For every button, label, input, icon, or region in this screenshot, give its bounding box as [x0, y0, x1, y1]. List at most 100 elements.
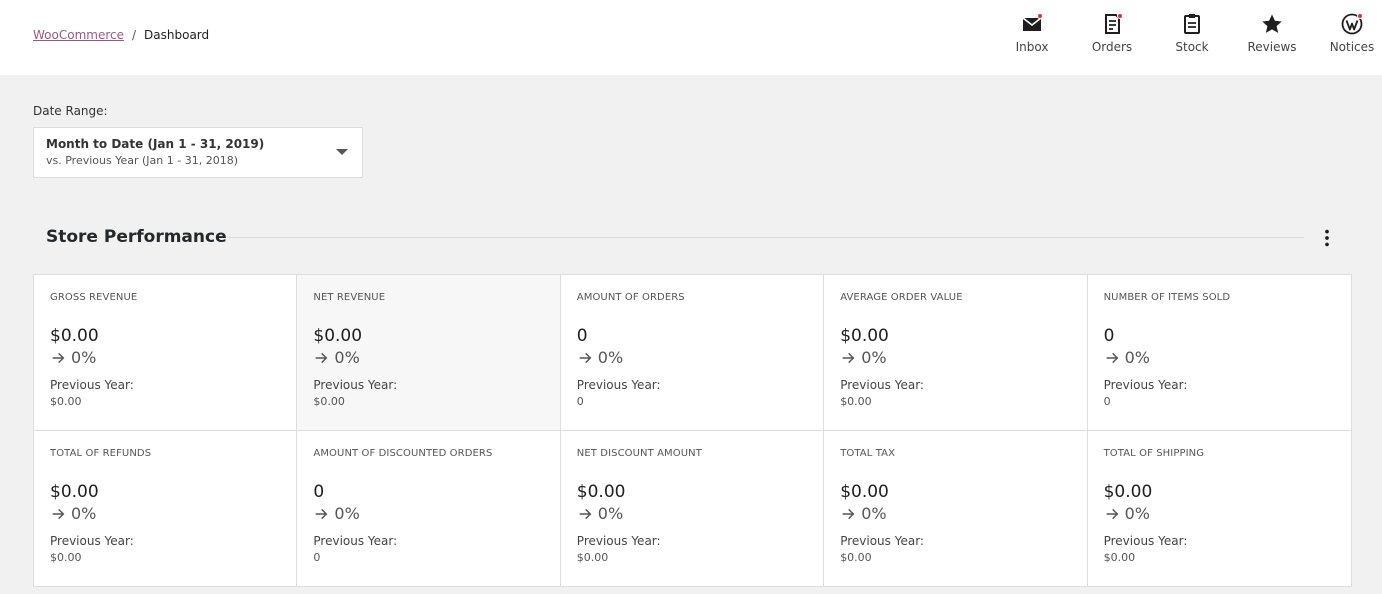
metric-delta-value: 0%: [71, 348, 97, 367]
metric-previous-label: Previous Year:: [840, 378, 924, 392]
metric-label: Total of Refunds: [50, 447, 152, 459]
performance-metric[interactable]: Net Revenue $0.00 0% Previous Year: $0.0…: [297, 275, 561, 431]
metric-delta-value: 0%: [334, 348, 360, 367]
performance-metric[interactable]: Amount of Discounted Orders 0 0% Previou…: [297, 430, 561, 586]
activity-label: Reviews: [1247, 40, 1297, 54]
metric-previous-label: Previous Year:: [1103, 533, 1188, 548]
metric-delta: 0%: [313, 504, 543, 524]
activity-label: Notices: [1329, 40, 1375, 54]
metric-previous-label: Previous Year:: [576, 533, 661, 548]
metric-previous-value: 0: [1103, 395, 1111, 408]
metric-value: $0.00: [313, 326, 363, 346]
performance-metric[interactable]: Total of Shipping $0.00 0% Previous Year…: [1088, 431, 1351, 587]
metric-previous-label: Previous Year:: [1103, 378, 1188, 392]
caret-down-icon: [336, 149, 348, 155]
metric-value: $0.00: [840, 326, 889, 346]
metric-value: $0.00: [840, 481, 889, 502]
metric-previous-label: Previous Year:: [576, 378, 661, 392]
date-range-compare: vs. Previous Year (Jan 1 - 31, 2018): [46, 154, 238, 167]
metric-value: $0.00: [1103, 481, 1153, 502]
breadcrumb-woocommerce-link[interactable]: WooCommerce: [33, 27, 124, 43]
metric-delta: 0%: [313, 348, 543, 368]
metric-delta-value: 0%: [597, 503, 624, 523]
metric-value: 0: [576, 326, 588, 346]
metric-label: Average Order Value: [840, 292, 963, 303]
arrow-right-icon: [1106, 352, 1118, 364]
inbox-icon: [1020, 12, 1044, 36]
unread-dot: [1037, 13, 1043, 19]
performance-metric[interactable]: Total of Refunds $0.00 0% Previous Year:…: [34, 430, 298, 586]
orders-icon: [1100, 12, 1124, 36]
metric-delta: 0%: [50, 504, 280, 524]
metric-previous-value: $0.00: [840, 395, 872, 408]
breadcrumb-separator: /: [131, 28, 137, 42]
arrow-right-icon: [316, 352, 328, 364]
metric-label: Amount of Discounted Orders: [313, 447, 493, 459]
activity-label: Orders: [1091, 40, 1133, 54]
metric-delta-value: 0%: [597, 348, 624, 367]
metric-previous-value: $0.00: [50, 395, 82, 408]
activity-label: Stock: [1175, 40, 1209, 54]
metric-value: $0.00: [50, 326, 99, 346]
wordpress-icon: [1340, 12, 1364, 36]
metric-previous-value: $0.00: [50, 550, 82, 564]
unread-dot: [1357, 13, 1363, 19]
activity-stock-button[interactable]: Stock: [1152, 12, 1232, 64]
metric-delta-value: 0%: [1124, 348, 1150, 367]
performance-metric[interactable]: Number of Items Sold 0 0% Previous Year:…: [1087, 275, 1351, 431]
metric-previous-label: Previous Year:: [840, 533, 924, 548]
activity-orders-button[interactable]: Orders: [1072, 12, 1152, 64]
activity-notices-button[interactable]: Notices: [1312, 12, 1382, 64]
arrow-right-icon: [52, 352, 65, 364]
arrow-right-icon: [1106, 508, 1118, 519]
metric-label: Number of Items Sold: [1103, 292, 1231, 303]
arrow-right-icon: [52, 508, 65, 519]
performance-metric[interactable]: Amount of Orders 0 0% Previous Year: 0: [560, 275, 825, 431]
metric-label: Net Discount Amount: [576, 447, 702, 459]
date-range-main: Month to Date (Jan 1 - 31, 2019): [46, 137, 265, 151]
section-options-button[interactable]: [1316, 226, 1338, 250]
metric-previous-label: Previous Year:: [50, 533, 134, 548]
date-range-picker[interactable]: Month to Date (Jan 1 - 31, 2019) vs. Pre…: [33, 127, 363, 178]
section-divider: [228, 237, 1304, 238]
activity-reviews-button[interactable]: Reviews: [1232, 12, 1312, 64]
more-vertical-icon: [1325, 229, 1329, 247]
metric-previous-value: $0.00: [1103, 550, 1136, 564]
performance-metric[interactable]: Average Order Value $0.00 0% Previous Ye…: [824, 275, 1088, 431]
arrow-right-icon: [579, 352, 592, 364]
performance-metric[interactable]: Total Tax $0.00 0% Previous Year: $0.00: [824, 430, 1088, 586]
breadcrumb-current: Dashboard: [144, 28, 210, 42]
metric-label: Gross Revenue: [50, 292, 138, 303]
store-performance-grid: Gross Revenue $0.00 0% Previous Year: $0…: [33, 274, 1352, 587]
metric-delta-value: 0%: [1124, 503, 1150, 523]
arrow-right-icon: [579, 508, 592, 519]
metric-label: Total Tax: [840, 447, 896, 459]
metric-value: 0: [1103, 326, 1115, 346]
date-range-label: Date Range:: [33, 104, 108, 118]
metric-delta-value: 0%: [861, 348, 887, 367]
metric-value: $0.00: [50, 481, 99, 502]
metric-value: $0.00: [576, 481, 626, 502]
breadcrumb: WooCommerce / Dashboard: [33, 27, 209, 43]
metric-delta: 0%: [840, 348, 1070, 368]
metric-label: Amount of Orders: [576, 292, 685, 303]
metric-delta-value: 0%: [334, 503, 360, 523]
metric-delta: 0%: [577, 348, 807, 368]
metric-delta-value: 0%: [71, 503, 97, 523]
arrow-right-icon: [316, 508, 328, 519]
metric-previous-label: Previous Year:: [50, 378, 134, 392]
metric-delta: 0%: [50, 348, 280, 368]
stock-icon: [1180, 12, 1204, 36]
metric-previous-value: $0.00: [576, 550, 609, 564]
metric-delta: 0%: [577, 504, 807, 524]
metric-label: Total of Shipping: [1103, 447, 1205, 459]
metric-label: Net Revenue: [313, 292, 386, 303]
unread-dot: [1117, 13, 1123, 19]
activity-inbox-button[interactable]: Inbox: [992, 12, 1072, 64]
metric-previous-value: $0.00: [313, 395, 345, 408]
activity-label: Inbox: [1015, 40, 1049, 54]
performance-metric[interactable]: Net Discount Amount $0.00 0% Previous Ye…: [561, 430, 825, 586]
metric-delta: 0%: [840, 504, 1070, 524]
metric-previous-value: $0.00: [840, 550, 872, 564]
performance-metric[interactable]: Gross Revenue $0.00 0% Previous Year: $0…: [34, 275, 298, 431]
